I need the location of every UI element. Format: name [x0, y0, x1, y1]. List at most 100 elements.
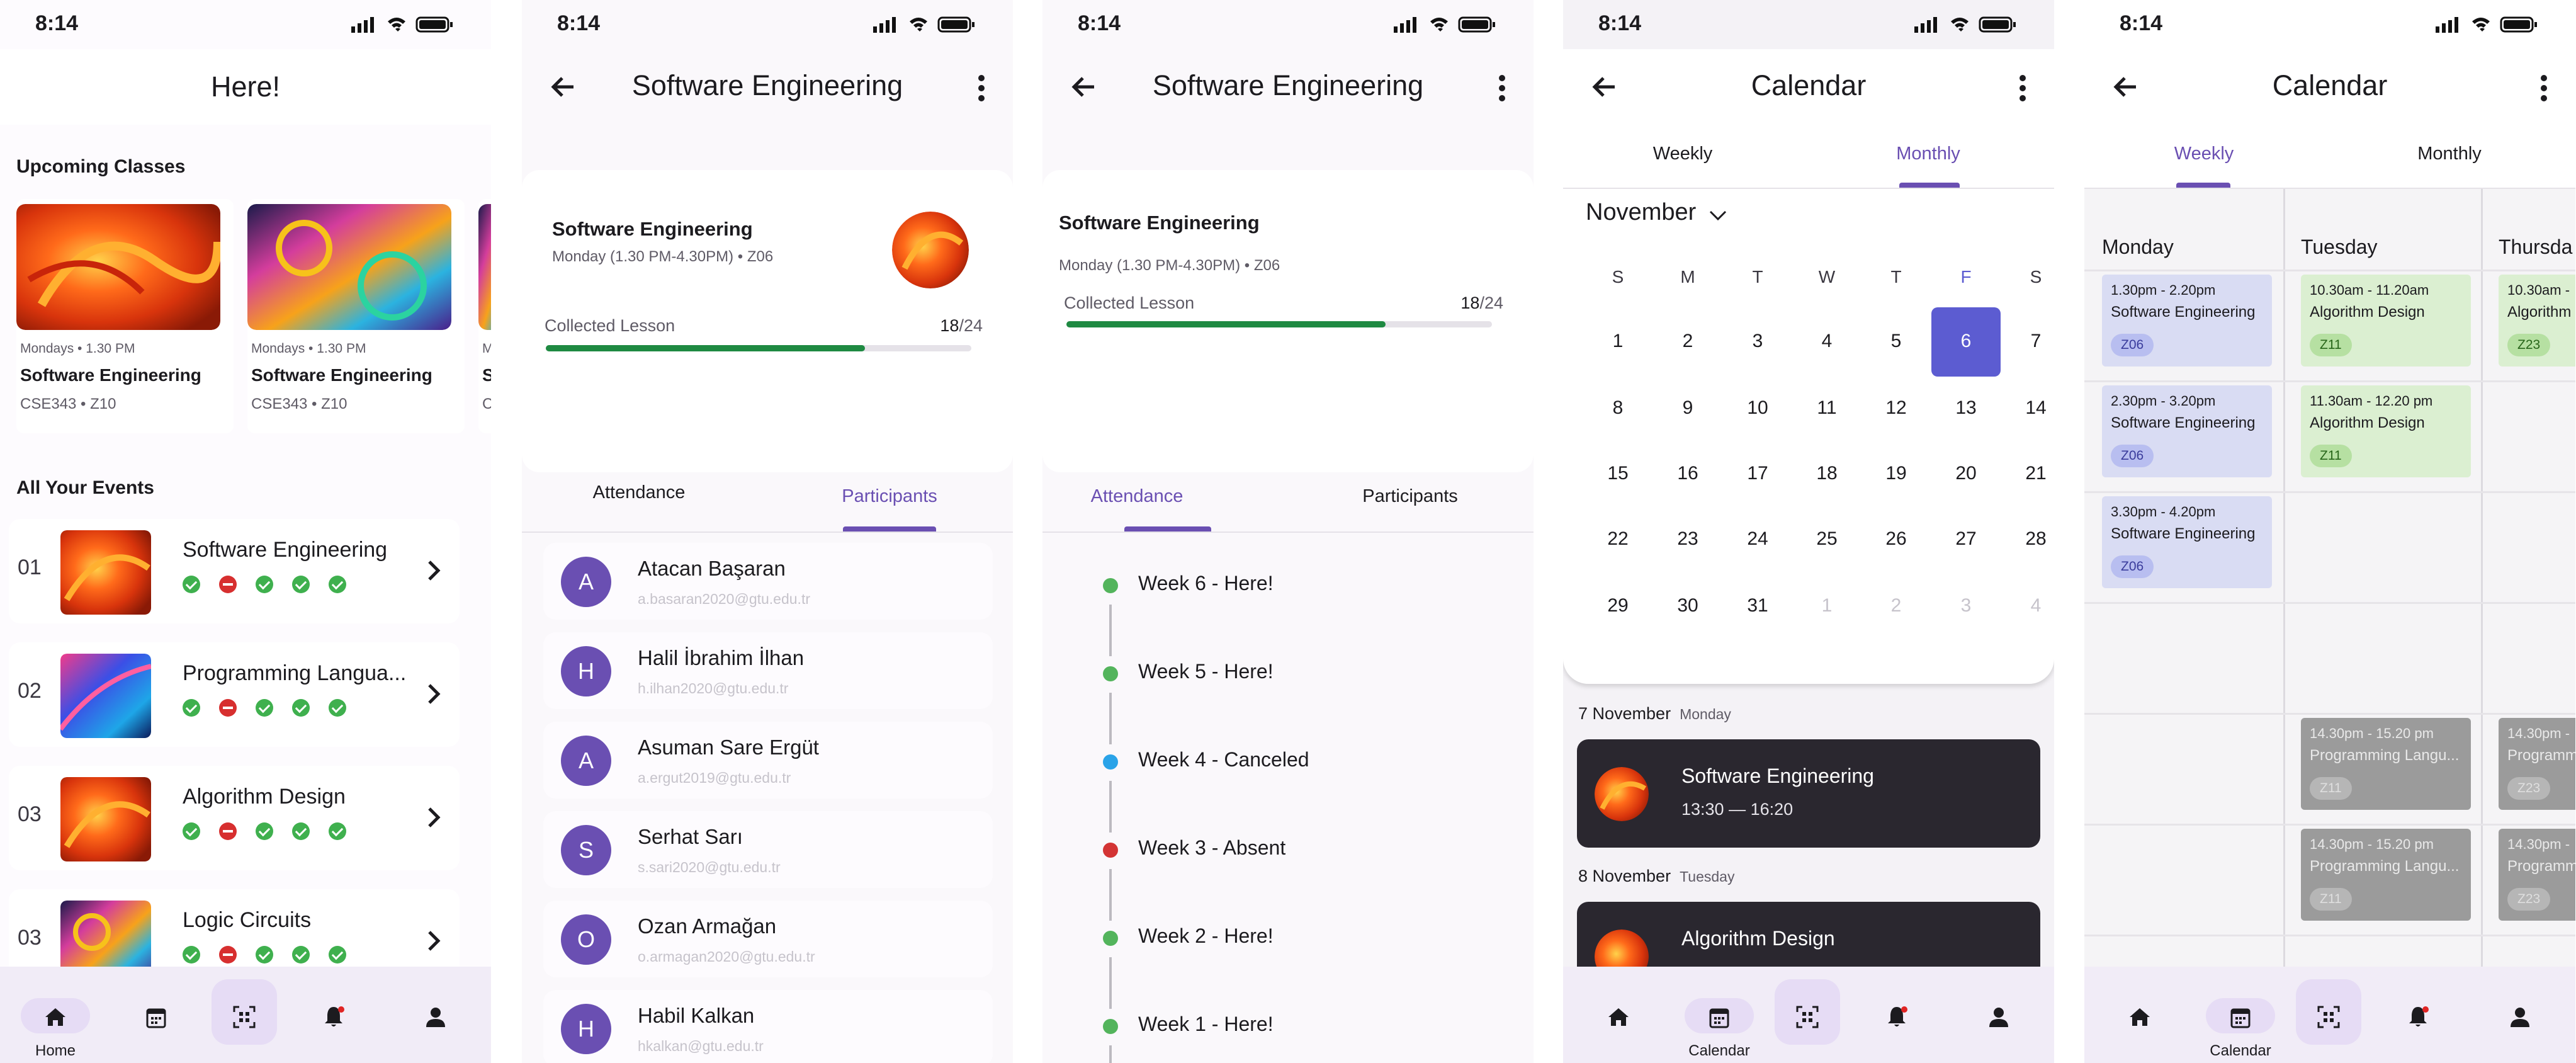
participant-row[interactable]: H Habil Kalkan hkalkan@gtu.edu.tr	[543, 990, 993, 1063]
calendar-day[interactable]: 27	[1931, 528, 2001, 550]
nav-home[interactable]	[2107, 984, 2172, 1050]
schedule-slot[interactable]: 10.30am - 11.20am Algorithm Design Z11	[2301, 275, 2471, 367]
schedule-slot[interactable]: 1.30pm - 2.20pm Software Engineering Z06	[2102, 275, 2272, 367]
calendar-day[interactable]: 26	[1861, 528, 1931, 550]
tab-monthly[interactable]: Monthly	[2330, 144, 2569, 164]
participant-row[interactable]: O Ozan Armağan o.armagan2020@gtu.edu.tr	[543, 901, 993, 977]
calendar-day[interactable]: 3	[1723, 331, 1792, 352]
calendar-icon	[2230, 1008, 2251, 1028]
calendar-day[interactable]: 6	[1931, 331, 2001, 352]
chevron-down-icon[interactable]	[1707, 204, 1729, 227]
calendar-day[interactable]: 17	[1723, 463, 1792, 484]
time-row-divider	[2084, 713, 2575, 715]
calendar-day[interactable]: 10	[1723, 397, 1792, 419]
upcoming-class-card[interactable]: Mondays • 1.30 PM Software Engineering C…	[247, 199, 465, 433]
chevron-right-icon	[428, 560, 441, 581]
tab-weekly[interactable]: Weekly	[1563, 144, 1802, 164]
event-row[interactable]: 02 Programming Langua...	[9, 642, 460, 747]
schedule-slot[interactable]: 3.30pm - 4.20pm Software Engineering Z06	[2102, 496, 2272, 588]
tab-participants[interactable]: Participants	[1316, 486, 1505, 507]
more-vert-icon[interactable]	[969, 69, 994, 107]
calendar-day[interactable]: 20	[1931, 463, 2001, 484]
tab-monthly[interactable]: Monthly	[1809, 144, 2048, 164]
schedule-slot[interactable]: 14.30pm - 15.20 pm Programming Langu... Z1…	[2301, 718, 2471, 810]
calendar-day[interactable]: 2	[1861, 595, 1931, 617]
nav-qr-scan[interactable]	[212, 979, 277, 1050]
calendar-day[interactable]: 18	[1792, 463, 1861, 484]
schedule-slot[interactable]: 14.30pm - 15.20 pm Programming Langu... Z1…	[2301, 829, 2471, 921]
schedule-slot[interactable]: 10.30am - Algorithm Z23	[2499, 275, 2575, 367]
tab-weekly[interactable]: Weekly	[2084, 144, 2324, 164]
calendar-day[interactable]: 11	[1792, 397, 1861, 419]
qr-scan-icon	[2317, 1006, 2340, 1028]
tab-attendance[interactable]: Attendance	[1042, 486, 1231, 507]
calendar-day[interactable]: 8	[1583, 397, 1652, 419]
calendar-day[interactable]: 12	[1861, 397, 1931, 419]
nav-notifications[interactable]	[2385, 984, 2451, 1050]
slot-course-name: Software Engineering	[2111, 414, 2256, 431]
more-vert-icon[interactable]	[2531, 69, 2556, 107]
participant-row[interactable]: A Atacan Başaran a.basaran2020@gtu.edu.tr	[543, 543, 993, 620]
nav-calendar[interactable]: Calendar	[1685, 984, 1754, 1059]
calendar-day[interactable]: 15	[1583, 463, 1652, 484]
signal-wifi-battery-icon	[351, 16, 453, 33]
event-row[interactable]: 01 Software Engineering	[9, 519, 460, 623]
calendar-day[interactable]: 1	[1792, 595, 1861, 617]
calendar-day[interactable]: 31	[1723, 595, 1792, 617]
calendar-day[interactable]: 21	[2001, 463, 2054, 484]
upcoming-class-card[interactable]: M S C	[478, 199, 491, 433]
calendar-day[interactable]: 7	[2001, 331, 2054, 352]
nav-profile[interactable]	[403, 984, 468, 1050]
schedule-slot[interactable]: 14.30pm - Programm Z23	[2499, 829, 2575, 921]
participant-row[interactable]: H Halil İbrahim İlhan h.ilhan2020@gtu.edu.…	[543, 632, 993, 709]
calendar-day[interactable]: 4	[2001, 595, 2054, 617]
calendar-day[interactable]: 2	[1653, 331, 1722, 352]
present-icon	[183, 946, 200, 964]
calendar-day[interactable]: 4	[1792, 331, 1861, 352]
event-row[interactable]: 03 Algorithm Design	[9, 766, 460, 870]
more-vert-icon[interactable]	[1489, 69, 1515, 107]
tab-participants[interactable]: Participants	[795, 486, 984, 507]
nav-qr-scan[interactable]	[2296, 979, 2361, 1050]
nav-profile[interactable]	[2487, 984, 2553, 1050]
slot-time: 10.30am - 11.20am	[2310, 282, 2429, 298]
calendar-day[interactable]: 14	[2001, 397, 2054, 419]
calendar-day[interactable]: 16	[1653, 463, 1722, 484]
schedule-slot[interactable]: 14.30pm - Programm Z23	[2499, 718, 2575, 810]
participant-row[interactable]: A Asuman Sare Ergüt a.ergut2019@gtu.edu.tr	[543, 722, 993, 799]
calendar-day[interactable]: 23	[1653, 528, 1722, 550]
calendar-day[interactable]: 13	[1931, 397, 2001, 419]
upcoming-class-card[interactable]: Mondays • 1.30 PM Software Engineering C…	[16, 199, 234, 433]
calendar-day[interactable]: 29	[1583, 595, 1652, 617]
more-vert-icon[interactable]	[2010, 69, 2035, 107]
calendar-day[interactable]: 30	[1653, 595, 1722, 617]
bottom-navigation: Calendar	[1563, 967, 2054, 1063]
nav-notifications[interactable]	[301, 984, 366, 1050]
month-selector[interactable]: November	[1586, 199, 1696, 226]
nav-calendar[interactable]: Calendar	[2206, 984, 2275, 1059]
attendance-status-dot	[1103, 931, 1118, 946]
schedule-slot[interactable]: 11.30am - 12.20 pm Algorithm Design Z11	[2301, 385, 2471, 477]
nav-qr-scan[interactable]	[1775, 979, 1840, 1050]
nav-home[interactable]	[1586, 984, 1651, 1050]
nav-calendar[interactable]	[123, 984, 189, 1050]
calendar-day[interactable]: 9	[1653, 397, 1722, 419]
calendar-day[interactable]: 19	[1861, 463, 1931, 484]
calendar-day[interactable]: 3	[1931, 595, 2001, 617]
calendar-day[interactable]: 1	[1583, 331, 1652, 352]
class-name: S	[482, 365, 491, 385]
schedule-slot[interactable]: 2.30pm - 3.20pm Software Engineering Z06	[2102, 385, 2272, 477]
calendar-day[interactable]: 28	[2001, 528, 2054, 550]
calendar-day[interactable]: 24	[1723, 528, 1792, 550]
calendar-day[interactable]: 25	[1792, 528, 1861, 550]
participant-row[interactable]: S Serhat Sarı s.sari2020@gtu.edu.tr	[543, 811, 993, 888]
agenda-event-card[interactable]: Software Engineering 13:30 — 16:20	[1577, 739, 2040, 848]
calendar-day[interactable]: 5	[1861, 331, 1931, 352]
nav-profile[interactable]	[1966, 984, 2031, 1050]
tab-attendance[interactable]: Attendance	[545, 482, 733, 503]
nav-home[interactable]: Home	[21, 984, 90, 1059]
present-icon	[183, 822, 200, 840]
slot-time: 1.30pm - 2.20pm	[2111, 282, 2216, 298]
calendar-day[interactable]: 22	[1583, 528, 1652, 550]
nav-notifications[interactable]	[1864, 984, 1929, 1050]
